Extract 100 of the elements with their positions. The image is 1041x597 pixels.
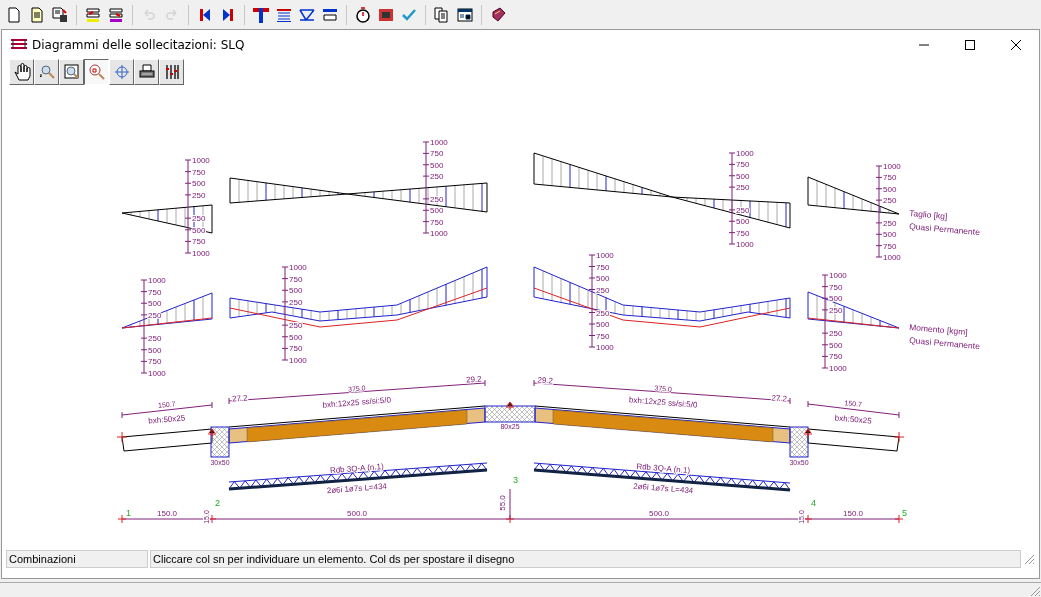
scale-label: 250 (430, 194, 444, 204)
scale-label: 750 (430, 149, 444, 159)
status-message: Cliccare col sn per individuare un elemento. Col ds per spostare il disegno (150, 550, 1021, 568)
resize-grip-icon (1023, 553, 1035, 565)
scale-label: 500 (736, 217, 750, 227)
node-number: 4 (811, 498, 816, 508)
support-marker (207, 428, 217, 438)
scale-label: 750 (736, 160, 750, 170)
scale-label: 1000 (430, 138, 448, 147)
scale-label: 1000 (736, 149, 754, 158)
scale-label: 250 (430, 172, 444, 182)
crosshair-button[interactable] (109, 59, 134, 85)
node-marker (207, 514, 217, 524)
dimension-label: 150.0 (843, 509, 863, 518)
scale-label: 250 (883, 218, 897, 228)
scale-label: 1000 (430, 229, 448, 238)
zoom-icon (37, 63, 56, 81)
scale-label: 500 (289, 286, 303, 296)
scale-label: 750 (596, 262, 610, 272)
node-marker (117, 514, 127, 524)
scale-label: 250 (596, 285, 610, 295)
support-marker (505, 401, 515, 411)
column-section (789, 426, 809, 458)
scale-label: 250 (736, 205, 750, 215)
section-label: bxh:50x25 (834, 413, 872, 426)
scale-label: 250 (289, 297, 303, 307)
book-icon (489, 5, 507, 24)
scale-label: 750 (883, 241, 897, 251)
scale-label: 1000 (736, 240, 754, 249)
scale-label: 1000 (596, 343, 614, 352)
section-label: bxh:50x25 (148, 413, 186, 426)
dimension-label: 29.2 (465, 374, 482, 385)
stopwatch-icon (354, 5, 372, 24)
scale-label: 500 (829, 294, 843, 304)
status-panel: Combinazioni (6, 550, 148, 568)
node-number: 1 (126, 508, 131, 518)
dimension-label: 500.0 (649, 509, 669, 518)
scale-label: 1000 (829, 271, 847, 280)
scale-label: 500 (148, 299, 162, 309)
crosshair-icon (112, 63, 131, 81)
close-icon (1011, 39, 1021, 50)
scale-label: 500 (289, 332, 303, 342)
window-title: Diagrammi delle sollecitazioni: SLQ (32, 37, 245, 52)
legend-label: Quasi Permanente (908, 221, 981, 238)
scale-label: 250 (883, 196, 897, 206)
scale-label: 750 (596, 331, 610, 341)
zoom-window-button[interactable] (59, 59, 84, 85)
node-number: 2 (215, 498, 220, 508)
scale-label: 1000 (192, 249, 210, 258)
scale-label: 250 (148, 334, 162, 344)
printer-button[interactable] (134, 59, 159, 85)
zoom-text-button[interactable] (84, 59, 109, 85)
hand-icon (12, 63, 31, 81)
scale-label: 750 (148, 357, 162, 367)
pages-icon (433, 5, 451, 24)
scale-label: 1000 (883, 253, 901, 262)
scale-label: 250 (192, 190, 206, 200)
scale-label: 750 (192, 237, 206, 247)
scale-label: 500 (883, 184, 897, 194)
section-label: bxh:12x25 ss/si:5/0 (322, 395, 392, 410)
scale-label: 750 (736, 228, 750, 238)
scale-label: 250 (289, 321, 303, 331)
legend-title: Taglio [kg] (908, 208, 948, 222)
scale-label: 500 (596, 274, 610, 283)
scale-label: 750 (829, 282, 843, 292)
zoom-button[interactable] (34, 59, 59, 85)
node-number: 3 (513, 475, 518, 485)
scale-label: 1000 (289, 263, 307, 272)
resize-grip-icon (1029, 585, 1041, 597)
maximize-icon (965, 39, 975, 50)
diagram-icon (10, 37, 28, 52)
support-marker (116, 431, 128, 443)
beam-section (484, 405, 536, 423)
node-marker (803, 514, 813, 524)
zoom-text-icon (87, 63, 106, 81)
scale-label: 500 (883, 230, 897, 240)
sliders-button[interactable] (159, 59, 184, 85)
scale-label: 1000 (596, 251, 614, 260)
scale-label: 1000 (148, 369, 166, 378)
dimension-label: 150.0 (157, 509, 177, 518)
section-label: bxh:12x25 ss/si:5/0 (628, 395, 698, 410)
support-marker (803, 428, 813, 438)
dimension-label: 29.2 (537, 375, 554, 386)
scale-label: 1000 (883, 162, 901, 171)
scale-label: 250 (829, 305, 843, 315)
save-icon (51, 5, 69, 24)
document-icon (28, 5, 46, 24)
scale-label: 750 (289, 344, 303, 354)
table-icon (107, 5, 125, 24)
scale-label: 250 (829, 329, 843, 339)
table-icon (84, 5, 102, 24)
zoom-window-icon (62, 63, 81, 81)
window-icon (456, 5, 474, 24)
node-marker (894, 514, 904, 524)
hand-button[interactable] (9, 59, 34, 85)
scale-label: 750 (148, 287, 162, 297)
scale-label: 500 (430, 206, 444, 216)
scale-label: 750 (883, 173, 897, 183)
printer-icon (137, 63, 156, 81)
node-number: 5 (902, 508, 907, 518)
